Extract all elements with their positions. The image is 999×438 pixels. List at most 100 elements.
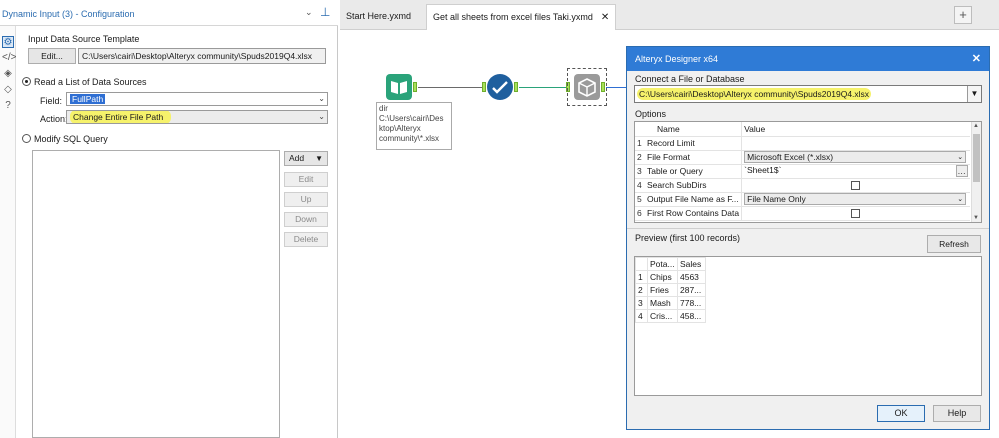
read-list-radio[interactable] bbox=[22, 77, 31, 86]
option-number: 2 bbox=[635, 150, 645, 165]
read-list-label: Read a List of Data Sources bbox=[34, 77, 147, 87]
option-row[interactable]: 6 First Row Contains Data bbox=[635, 206, 970, 221]
output-anchor[interactable] bbox=[514, 82, 518, 92]
ellipsis-button[interactable]: … bbox=[955, 165, 968, 177]
chevron-down-icon: ⌄ bbox=[318, 94, 325, 103]
connection-line bbox=[519, 87, 569, 88]
connect-file-value: C:\Users\cairi\Desktop\Alteryx community… bbox=[637, 88, 872, 100]
option-name: Record Limit bbox=[645, 136, 743, 151]
preview-cell: 1 bbox=[635, 270, 648, 284]
caret-down-icon[interactable]: ▼ bbox=[967, 86, 981, 102]
options-scrollbar[interactable]: ▲ ▼ bbox=[971, 122, 981, 222]
workflow-tabs: Start Here.yxmd Get all sheets from exce… bbox=[340, 0, 999, 30]
close-icon[interactable]: ✕ bbox=[601, 12, 609, 23]
scroll-up-icon[interactable]: ▲ bbox=[973, 123, 979, 129]
connect-dialog: Alteryx Designer x64 ✕ Connect a File or… bbox=[626, 46, 990, 430]
file-format-select[interactable]: Microsoft Excel (*.xlsx) ⌄ bbox=[744, 151, 967, 163]
close-icon[interactable]: ✕ bbox=[972, 52, 981, 65]
preview-row: 3 Mash 778... bbox=[635, 296, 706, 310]
connect-file-combo[interactable]: C:\Users\cairi\Desktop\Alteryx community… bbox=[634, 85, 982, 103]
preview-col-header: Sales bbox=[677, 257, 706, 271]
add-tab-button[interactable]: + bbox=[954, 6, 972, 24]
tag-icon[interactable]: ◇ bbox=[2, 84, 14, 96]
annotation-text: dir C:\Users\cairi\Des ktop\Alteryx comm… bbox=[379, 104, 444, 143]
dialog-title-bar: Alteryx Designer x64 ✕ bbox=[627, 47, 989, 71]
input-anchor[interactable] bbox=[482, 82, 486, 92]
option-row[interactable]: 4 Search SubDirs bbox=[635, 178, 970, 193]
modify-sql-radio[interactable] bbox=[22, 134, 31, 143]
preview-cell: 287... bbox=[677, 283, 706, 297]
cube-icon bbox=[578, 78, 596, 97]
directory-tool[interactable] bbox=[386, 74, 412, 100]
output-anchor[interactable] bbox=[601, 82, 605, 92]
up-button[interactable]: Up bbox=[284, 192, 328, 207]
help-icon[interactable]: ? bbox=[2, 100, 14, 112]
help-button[interactable]: Help bbox=[933, 405, 981, 422]
configuration-title: Dynamic Input (3) - Configuration bbox=[2, 9, 135, 19]
gear-icon[interactable]: ⚙ bbox=[2, 36, 14, 48]
dialog-title: Alteryx Designer x64 bbox=[635, 54, 719, 64]
preview-row: 1 Chips 4563 bbox=[635, 270, 706, 284]
configuration-panel: Dynamic Input (3) - Configuration ⌄ ⊥ ⚙ … bbox=[0, 0, 338, 438]
option-row[interactable]: 5 Output File Name as F... File Name Onl… bbox=[635, 192, 970, 207]
sql-query-list[interactable] bbox=[32, 150, 280, 438]
output-filename-select[interactable]: File Name Only ⌄ bbox=[744, 193, 967, 205]
options-label: Options bbox=[635, 109, 667, 119]
chevron-down-icon[interactable]: ⌄ bbox=[305, 7, 313, 18]
formula-tool[interactable] bbox=[487, 74, 513, 100]
add-dropdown-button[interactable]: Add ▼ bbox=[284, 151, 328, 166]
book-icon bbox=[391, 81, 407, 94]
preview-cell: 778... bbox=[677, 296, 706, 310]
preview-cell: 4563 bbox=[677, 270, 706, 284]
preview-cell: Chips bbox=[647, 270, 678, 284]
option-number: 6 bbox=[635, 206, 645, 221]
preview-cell: 4 bbox=[635, 309, 648, 323]
option-row[interactable]: 3 Table or Query `Sheet1$`… bbox=[635, 164, 970, 179]
option-row[interactable]: 1 Record Limit bbox=[635, 136, 970, 151]
preview-row: 2 Fries 287... bbox=[635, 283, 706, 297]
chevron-down-icon: ⌄ bbox=[957, 154, 964, 161]
directory-annotation: dir C:\Users\cairi\Des ktop\Alteryx comm… bbox=[376, 102, 452, 150]
delete-button[interactable]: Delete bbox=[284, 232, 328, 247]
scroll-down-icon[interactable]: ▼ bbox=[973, 215, 979, 221]
connection-line bbox=[606, 87, 626, 88]
pin-icon[interactable]: ⊥ bbox=[320, 5, 330, 19]
down-button[interactable]: Down bbox=[284, 212, 328, 227]
template-edit-button[interactable]: Edit... bbox=[28, 48, 76, 64]
output-filename-value: File Name Only bbox=[747, 194, 806, 204]
action-select[interactable]: Change Entire File Path ⌄ bbox=[66, 110, 328, 124]
scroll-thumb[interactable] bbox=[973, 134, 980, 182]
connections-icon[interactable]: ◈ bbox=[2, 68, 14, 80]
first-row-data-checkbox[interactable] bbox=[851, 209, 861, 219]
tab-get-all-sheets[interactable]: Get all sheets from excel files Taki.yxm… bbox=[426, 4, 617, 30]
options-header-name: Name bbox=[645, 122, 743, 137]
xml-icon[interactable]: </> bbox=[2, 52, 16, 64]
option-name: Output File Name as F... bbox=[645, 192, 743, 207]
option-number: 5 bbox=[635, 192, 645, 207]
edit-button[interactable]: Edit bbox=[284, 172, 328, 187]
option-name: Table or Query bbox=[645, 164, 743, 179]
option-row[interactable]: 2 File Format Microsoft Excel (*.xlsx) ⌄ bbox=[635, 150, 970, 165]
caret-down-icon: ▼ bbox=[315, 154, 323, 163]
option-value-field[interactable] bbox=[741, 136, 970, 151]
dynamic-input-tool[interactable] bbox=[574, 74, 600, 100]
output-anchor[interactable] bbox=[413, 82, 417, 92]
search-subdirs-checkbox[interactable] bbox=[851, 181, 861, 191]
tab-start-here[interactable]: Start Here.yxmd bbox=[340, 4, 417, 30]
file-format-value: Microsoft Excel (*.xlsx) bbox=[747, 152, 834, 162]
action-label: Action: bbox=[40, 114, 68, 124]
connect-label: Connect a File or Database bbox=[635, 74, 745, 84]
option-name: Search SubDirs bbox=[645, 178, 743, 193]
add-label: Add bbox=[289, 153, 305, 163]
preview-cell: 3 bbox=[635, 296, 648, 310]
check-icon bbox=[492, 81, 508, 94]
preview-label: Preview (first 100 records) bbox=[635, 233, 741, 243]
ok-button[interactable]: OK bbox=[877, 405, 925, 422]
tab-label: Get all sheets from excel files Taki.yxm… bbox=[433, 12, 593, 22]
chevron-down-icon: ⌄ bbox=[957, 196, 964, 203]
refresh-button[interactable]: Refresh bbox=[927, 235, 981, 253]
option-number: 4 bbox=[635, 178, 645, 193]
preview-cell: Fries bbox=[647, 283, 678, 297]
field-select[interactable]: FullPath ⌄ bbox=[66, 92, 328, 106]
table-query-value[interactable]: `Sheet1$` bbox=[744, 165, 781, 175]
